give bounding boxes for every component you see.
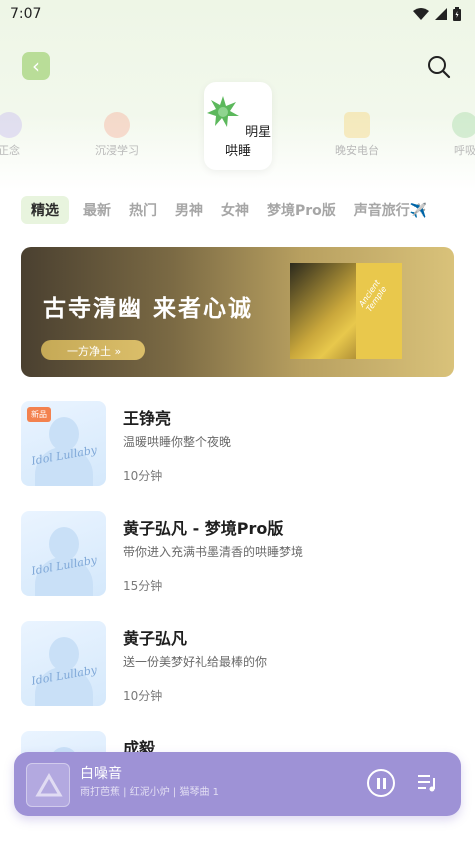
tab-dream-pro[interactable]: 梦境Pro版 — [267, 200, 336, 220]
list-item[interactable]: Idol Lullaby 黄子弘凡 - 梦境Pro版 带你进入充满书墨清香的哄睡… — [21, 511, 454, 621]
item-subtitle: 温暖哄睡你整个夜晚 — [123, 435, 232, 449]
flower-icon — [0, 112, 22, 138]
status-bar: 7:07 — [0, 0, 475, 28]
category-item-mindfulness[interactable]: 正念 — [0, 112, 44, 158]
item-cover: 新品 Idol Lullaby — [21, 401, 106, 486]
triangle-logo-icon — [35, 773, 63, 797]
tab-bar: 精选 最新 热门 男神 女神 梦境Pro版 声音旅行✈️ — [0, 194, 475, 226]
banner-title: 古寺清幽 来者心诚 — [43, 295, 254, 322]
target-icon — [104, 112, 130, 138]
category-item-study[interactable]: 沉浸学习 — [82, 112, 152, 158]
back-button[interactable]: ‹ — [22, 52, 50, 80]
battery-icon — [453, 7, 461, 21]
player-title: 白噪音 — [80, 766, 122, 782]
tab-male-idols[interactable]: 男神 — [175, 200, 203, 220]
item-subtitle: 带你进入充满书墨清香的哄睡梦境 — [123, 545, 304, 559]
category-item-celebrity-sleep[interactable]: 明星哄睡 — [204, 82, 272, 170]
item-cover: Idol Lullaby — [21, 511, 106, 596]
cellular-signal-icon — [435, 8, 447, 20]
radio-icon — [344, 112, 370, 138]
tab-sound-travel[interactable]: 声音旅行✈️ — [354, 200, 427, 220]
banner-link-pill[interactable]: 一方净土 » — [41, 340, 145, 360]
category-carousel: 正念 沉浸学习 明星哄睡 晚安电台 呼吸 — [0, 82, 475, 182]
banner-artwork: Ancient Temple — [290, 263, 402, 359]
item-duration: 15分钟 — [123, 579, 163, 593]
list-item[interactable]: 新品 Idol Lullaby 王铮亮 温暖哄睡你整个夜晚 10分钟 — [21, 401, 454, 511]
item-title: 黄子弘凡 — [123, 629, 188, 648]
leaf-icon — [452, 112, 475, 138]
mini-player[interactable]: 白噪音 雨打芭蕉 | 红泥小炉 | 猫琴曲 1 — [14, 752, 461, 816]
player-cover — [26, 763, 70, 807]
pause-button[interactable] — [367, 769, 395, 797]
item-subtitle: 送一份美梦好礼给最棒的你 — [123, 655, 268, 669]
item-duration: 10分钟 — [123, 469, 163, 483]
playlist-icon[interactable] — [416, 772, 438, 794]
category-item-breathing[interactable]: 呼吸 — [430, 112, 475, 158]
tab-latest[interactable]: 最新 — [83, 200, 111, 220]
star-icon — [206, 96, 239, 127]
item-duration: 10分钟 — [123, 689, 163, 703]
chevron-left-icon: ‹ — [32, 54, 40, 78]
search-icon[interactable] — [426, 54, 452, 80]
status-time: 7:07 — [10, 6, 42, 22]
category-item-radio[interactable]: 晚安电台 — [322, 112, 392, 158]
promo-banner[interactable]: 古寺清幽 来者心诚 一方净土 » Ancient Temple — [21, 247, 454, 377]
tab-female-idols[interactable]: 女神 — [221, 200, 249, 220]
tab-popular[interactable]: 热门 — [129, 200, 157, 220]
list-item[interactable]: Idol Lullaby 黄子弘凡 送一份美梦好礼给最棒的你 10分钟 — [21, 621, 454, 731]
item-title: 黄子弘凡 - 梦境Pro版 — [123, 519, 284, 538]
item-cover: Idol Lullaby — [21, 621, 106, 706]
new-badge: 新品 — [27, 407, 51, 422]
wifi-icon — [413, 8, 429, 20]
item-title: 王铮亮 — [123, 409, 172, 428]
tab-featured[interactable]: 精选 — [21, 196, 69, 224]
player-subtitle: 雨打芭蕉 | 红泥小炉 | 猫琴曲 1 — [80, 787, 219, 798]
